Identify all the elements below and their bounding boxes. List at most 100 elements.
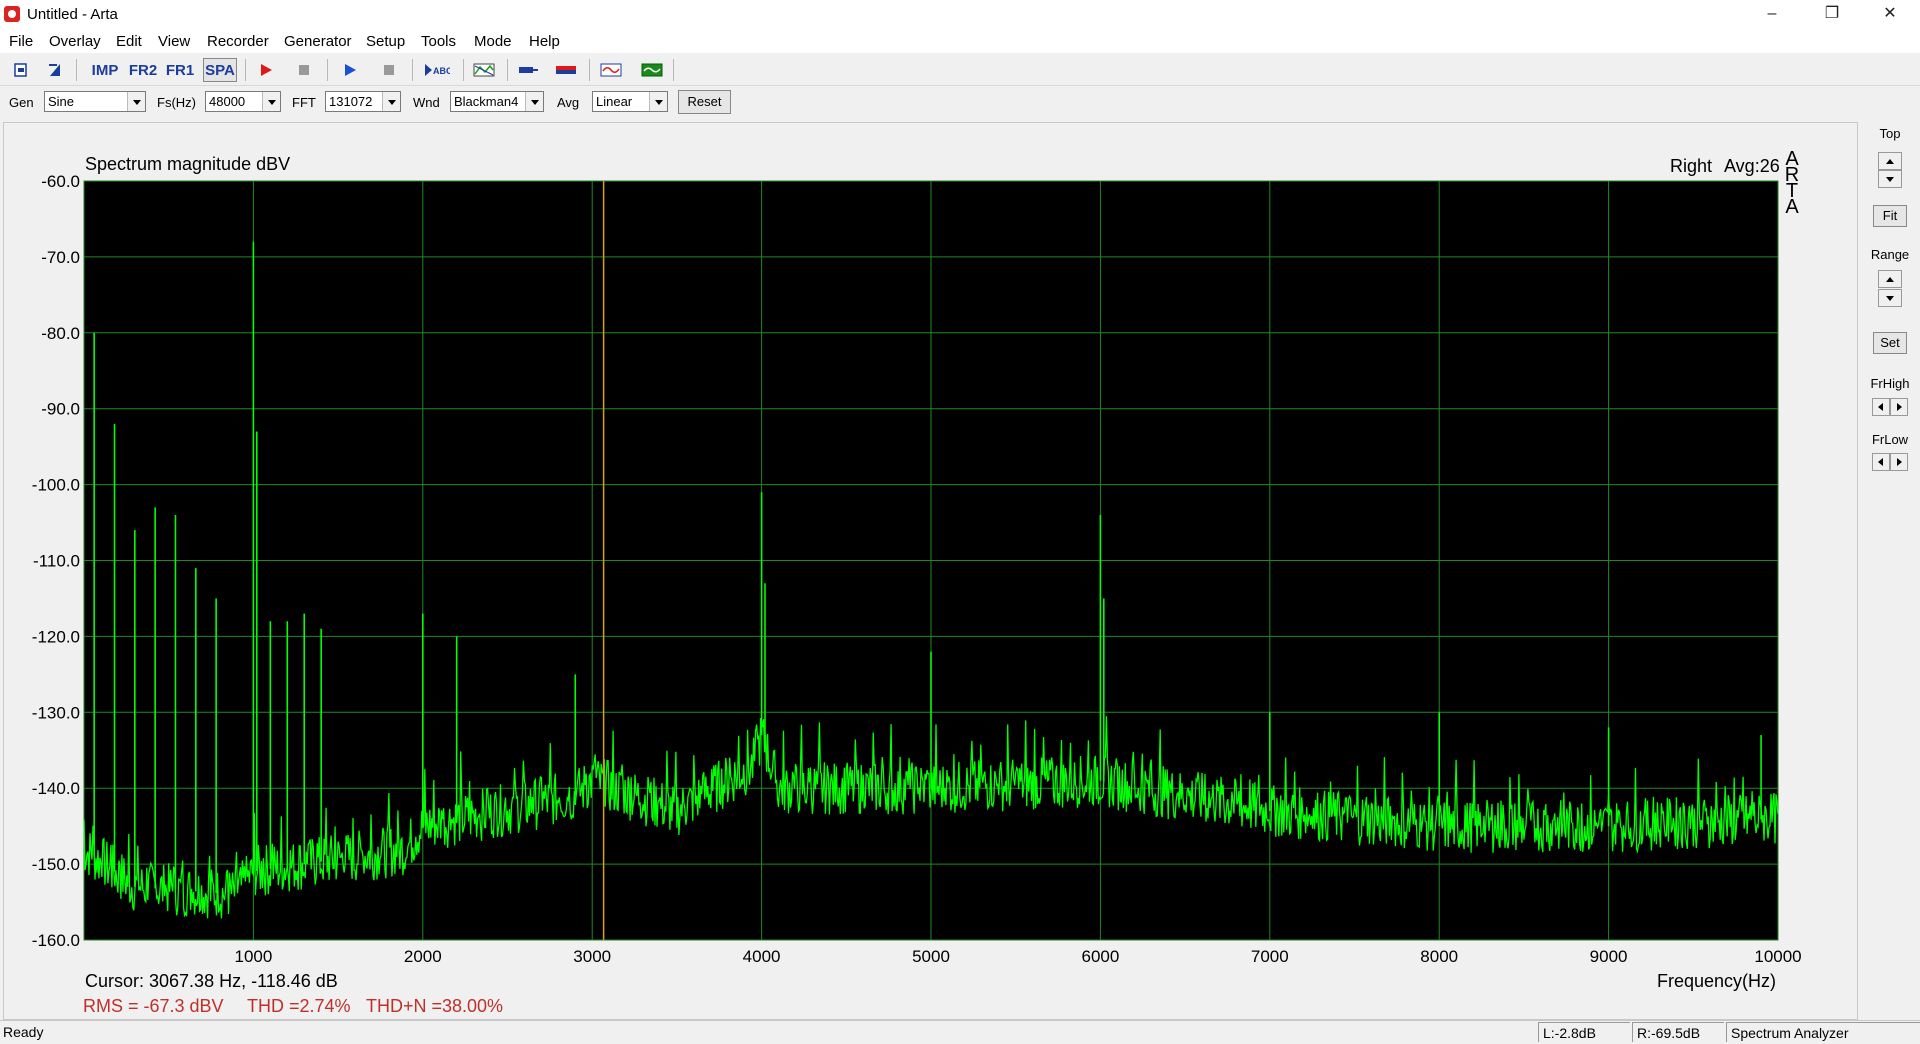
probe-icon[interactable] xyxy=(515,58,541,82)
stop2-icon[interactable] xyxy=(378,58,400,82)
y-tick-label: -110.0 xyxy=(33,552,80,571)
fit-button[interactable]: Fit xyxy=(1873,205,1907,227)
chevron-down-icon[interactable] xyxy=(127,92,145,111)
range-label: Range xyxy=(1870,247,1910,262)
x-tick-label: 6000 xyxy=(1081,947,1119,966)
menu-recorder[interactable]: Recorder xyxy=(207,33,269,50)
channel-label: Right xyxy=(1670,156,1713,176)
frlow-right-button[interactable] xyxy=(1890,453,1908,471)
y-tick-label: -100.0 xyxy=(32,476,80,495)
x-tick-label: 10000 xyxy=(1754,947,1801,966)
frlow-left-button[interactable] xyxy=(1872,453,1890,471)
frhigh-label: FrHigh xyxy=(1870,376,1910,391)
menu-edit[interactable]: Edit xyxy=(116,33,142,50)
y-tick-label: -70.0 xyxy=(41,248,80,267)
frlow-label: FrLow xyxy=(1871,432,1909,447)
cursor-readout: Cursor: 3067.38 Hz, -118.46 dB xyxy=(85,971,338,991)
play-icon[interactable] xyxy=(339,58,361,82)
status-bar: Ready L:-2.8dB R:-69.5dB Spectrum Analyz… xyxy=(0,1020,1920,1044)
left-level: L:-2.8dB xyxy=(1538,1022,1630,1042)
svg-text:ABC: ABC xyxy=(433,66,450,76)
x-tick-label: 3000 xyxy=(573,947,611,966)
y-tick-label: -160.0 xyxy=(32,931,80,950)
mode-indicator: Spectrum Analyzer xyxy=(1726,1022,1920,1042)
menu-generator[interactable]: Generator xyxy=(284,33,352,50)
abc-icon[interactable]: ABC xyxy=(422,58,452,82)
chevron-down-icon[interactable] xyxy=(525,92,543,111)
arta-logo-icon xyxy=(4,6,20,22)
scope-icon[interactable] xyxy=(598,58,624,82)
minimize-button[interactable]: – xyxy=(1744,0,1800,29)
overlay-icon[interactable] xyxy=(471,58,497,82)
toolbar: IMP FR2 FR1 SPA ABC xyxy=(0,55,1920,86)
x-tick-label: 8000 xyxy=(1420,947,1458,966)
averaging-select[interactable]: Linear xyxy=(592,91,668,112)
x-tick-label: 4000 xyxy=(743,947,781,966)
fr2-mode-button[interactable]: FR2 xyxy=(127,58,159,82)
generator-select[interactable]: Sine xyxy=(44,91,146,112)
gen-label: Gen xyxy=(9,95,34,110)
window-title: Untitled - Arta xyxy=(27,6,118,23)
generator-value: Sine xyxy=(48,94,75,109)
frhigh-right-button[interactable] xyxy=(1890,398,1908,416)
menu-bar: File Overlay Edit View Recorder Generato… xyxy=(0,29,1920,53)
open-file-icon[interactable] xyxy=(44,58,66,82)
chevron-down-icon[interactable] xyxy=(382,92,400,111)
fs-label: Fs(Hz) xyxy=(157,95,196,110)
top-down-button[interactable] xyxy=(1878,170,1902,188)
fr1-mode-button[interactable]: FR1 xyxy=(164,58,196,82)
range-down-button[interactable] xyxy=(1878,289,1902,307)
menu-tools[interactable]: Tools xyxy=(421,33,456,50)
sample-rate-select[interactable]: 48000 xyxy=(205,91,281,112)
level-icon[interactable] xyxy=(553,58,579,82)
reset-button[interactable]: Reset xyxy=(678,90,731,114)
x-tick-label: 1000 xyxy=(234,947,272,966)
menu-overlay[interactable]: Overlay xyxy=(49,33,101,50)
y-tick-label: -130.0 xyxy=(32,703,80,722)
impulse-mode-button[interactable]: IMP xyxy=(87,58,123,82)
spectrum-chart[interactable]: -60.0 -70.0 -80.0 -90.0 -100.0 -110.0 -120.0 -1… xyxy=(4,123,1857,1019)
set-button[interactable]: Set xyxy=(1873,332,1907,354)
thd-readout: THD =2.74% xyxy=(247,996,351,1016)
y-tick-label: -90.0 xyxy=(41,400,80,419)
sample-rate-value: 48000 xyxy=(209,94,246,109)
menu-mode[interactable]: Mode xyxy=(474,33,512,50)
spa-mode-button[interactable]: SPA xyxy=(203,58,237,82)
status-ready: Ready xyxy=(3,1024,44,1040)
rms-readout: RMS = -67.3 dBV xyxy=(83,996,224,1016)
window-select[interactable]: Blackman4 xyxy=(450,91,544,112)
y-tick-label: -150.0 xyxy=(32,855,80,874)
top-up-button[interactable] xyxy=(1878,152,1902,170)
menu-file[interactable]: File xyxy=(9,33,33,50)
range-up-button[interactable] xyxy=(1878,270,1902,288)
x-tick-label: 9000 xyxy=(1590,947,1628,966)
chevron-down-icon[interactable] xyxy=(649,92,667,111)
stop-icon[interactable] xyxy=(293,58,315,82)
record-icon[interactable] xyxy=(255,58,277,82)
chevron-down-icon[interactable] xyxy=(262,92,280,111)
close-button[interactable]: ✕ xyxy=(1862,0,1918,29)
scale-side-panel: Top Fit Range Set FrHigh FrLow xyxy=(1862,122,1918,1020)
window-value: Blackman4 xyxy=(454,94,519,109)
fft-size-select[interactable]: 131072 xyxy=(325,91,401,112)
menu-view[interactable]: View xyxy=(158,33,190,50)
new-file-icon[interactable] xyxy=(10,58,32,82)
meter-icon[interactable] xyxy=(639,58,665,82)
right-level: R:-69.5dB xyxy=(1632,1022,1724,1042)
menu-help[interactable]: Help xyxy=(529,33,560,50)
menu-setup[interactable]: Setup xyxy=(366,33,405,50)
wnd-label: Wnd xyxy=(413,95,440,110)
frhigh-left-button[interactable] xyxy=(1872,398,1890,416)
x-tick-label: 7000 xyxy=(1251,947,1289,966)
arta-watermark: ARTA xyxy=(1784,148,1800,218)
chart-title: Spectrum magnitude dBV xyxy=(85,154,291,174)
x-tick-label: 5000 xyxy=(912,947,950,966)
averaging-value: Linear xyxy=(596,94,633,109)
y-tick-label: -140.0 xyxy=(32,779,80,798)
y-tick-label: -80.0 xyxy=(41,324,80,343)
analyzer-controls: Gen Sine Fs(Hz) 48000 FFT 131072 Wnd Bla… xyxy=(0,88,1920,116)
x-axis-label: Frequency(Hz) xyxy=(1657,971,1777,991)
y-tick-label: -60.0 xyxy=(41,172,80,191)
fft-label: FFT xyxy=(292,95,316,110)
restore-button[interactable]: ❐ xyxy=(1804,0,1860,29)
